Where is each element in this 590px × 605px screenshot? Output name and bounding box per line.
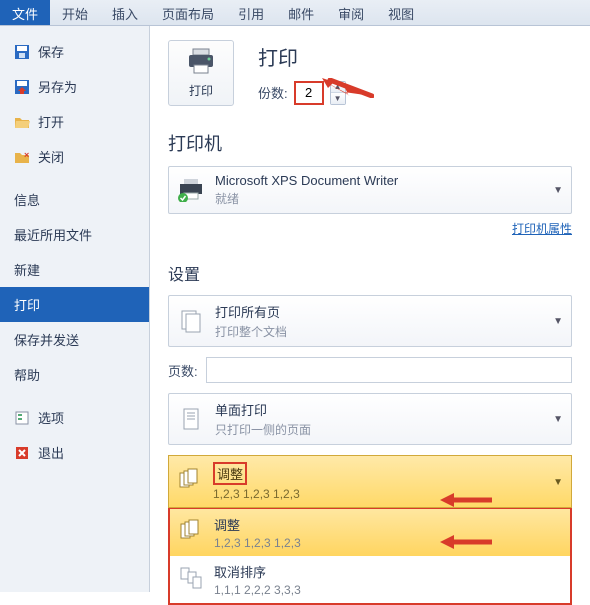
opt2-sub: 1,1,1 2,2,2 3,3,3 xyxy=(214,583,301,597)
tab-view[interactable]: 视图 xyxy=(376,0,426,25)
collate-sub: 1,2,3 1,2,3 1,2,3 xyxy=(213,487,300,501)
ribbon-tabs: 文件 开始 插入 页面布局 引用 邮件 审阅 视图 xyxy=(0,0,590,26)
close-icon: × xyxy=(14,149,30,165)
single-side-icon xyxy=(177,405,205,433)
sidebar-new[interactable]: 新建 xyxy=(0,252,149,287)
annotation-arrow xyxy=(320,78,374,98)
printer-icon xyxy=(185,47,217,78)
chevron-down-icon: ▼ xyxy=(553,477,563,488)
sidebar-save-label: 保存 xyxy=(38,42,64,61)
print-scope-dropdown[interactable]: 打印所有页打印整个文档 ▼ xyxy=(168,295,572,347)
annotation-arrow xyxy=(440,490,494,510)
chevron-down-icon: ▼ xyxy=(553,185,563,196)
print-side-dropdown[interactable]: 单面打印只打印一侧的页面 ▼ xyxy=(168,393,572,445)
collate-label: 调整 xyxy=(213,462,247,485)
sidebar-options[interactable]: 选项 xyxy=(0,400,149,435)
saveas-icon xyxy=(14,79,30,95)
sidebar-info[interactable]: 信息 xyxy=(0,182,149,217)
print-title: 打印 xyxy=(258,42,346,71)
pages-icon xyxy=(177,307,205,335)
scope-sub: 打印整个文档 xyxy=(215,323,543,340)
printer-properties-link[interactable]: 打印机属性 xyxy=(512,222,572,236)
collate-option-collated[interactable]: 调整 1,2,3 1,2,3 1,2,3 xyxy=(170,509,570,556)
sidebar-recent[interactable]: 最近所用文件 xyxy=(0,217,149,252)
sidebar-print[interactable]: 打印 xyxy=(0,287,149,322)
sidebar-options-label: 选项 xyxy=(38,408,64,427)
sidebar-send[interactable]: 保存并发送 xyxy=(0,322,149,357)
exit-icon xyxy=(14,445,30,461)
sidebar-exit[interactable]: 退出 xyxy=(0,435,149,470)
sidebar-close-label: 关闭 xyxy=(38,147,64,166)
sidebar-exit-label: 退出 xyxy=(38,443,64,462)
sidebar-save[interactable]: 保存 xyxy=(0,34,149,69)
tab-references[interactable]: 引用 xyxy=(226,0,276,25)
tab-layout[interactable]: 页面布局 xyxy=(150,0,226,25)
printer-status: 就绪 xyxy=(215,190,543,207)
backstage-sidebar: 保存 另存为 打开 × 关闭 信息 最近所用文件 新建 打印 保存并发送 帮助 选… xyxy=(0,26,150,592)
print-button-label: 打印 xyxy=(189,82,213,99)
collate-icon xyxy=(178,518,204,547)
sidebar-open-label: 打开 xyxy=(38,112,64,131)
sidebar-recent-label: 最近所用文件 xyxy=(14,225,92,244)
svg-text:×: × xyxy=(24,150,29,160)
pages-input[interactable] xyxy=(206,357,572,383)
side-sub: 只打印一侧的页面 xyxy=(215,421,543,438)
printer-status-icon xyxy=(177,176,205,204)
sidebar-saveas-label: 另存为 xyxy=(38,77,77,96)
chevron-down-icon: ▼ xyxy=(553,316,563,327)
print-button[interactable]: 打印 xyxy=(168,40,234,106)
sidebar-print-label: 打印 xyxy=(14,295,40,314)
opt1-label: 调整 xyxy=(214,515,301,534)
settings-section-title: 设置 xyxy=(168,261,572,285)
collate-dropdown[interactable]: 调整 1,2,3 1,2,3 1,2,3 ▼ xyxy=(168,455,572,508)
save-icon xyxy=(14,44,30,60)
printer-section-title: 打印机 xyxy=(168,130,572,156)
print-panel: 打印 打印 份数: ▲▼ 打印机 Microsoft XPS Document … xyxy=(150,26,590,592)
tab-review[interactable]: 审阅 xyxy=(326,0,376,25)
sidebar-close[interactable]: × 关闭 xyxy=(0,139,149,174)
sidebar-saveas[interactable]: 另存为 xyxy=(0,69,149,104)
side-label: 单面打印 xyxy=(215,400,543,419)
sidebar-send-label: 保存并发送 xyxy=(14,330,79,349)
copies-label: 份数: xyxy=(258,83,288,102)
open-icon xyxy=(14,114,30,130)
options-icon xyxy=(14,410,30,426)
printer-name: Microsoft XPS Document Writer xyxy=(215,173,543,188)
tab-mail[interactable]: 邮件 xyxy=(276,0,326,25)
scope-label: 打印所有页 xyxy=(215,302,543,321)
printer-dropdown[interactable]: Microsoft XPS Document Writer 就绪 ▼ xyxy=(168,166,572,214)
sidebar-help[interactable]: 帮助 xyxy=(0,357,149,392)
collate-icon xyxy=(177,467,203,496)
tab-file[interactable]: 文件 xyxy=(0,0,50,25)
sidebar-new-label: 新建 xyxy=(14,260,40,279)
opt2-label: 取消排序 xyxy=(214,562,301,581)
uncollate-icon xyxy=(178,565,204,594)
sidebar-open[interactable]: 打开 xyxy=(0,104,149,139)
opt1-sub: 1,2,3 1,2,3 1,2,3 xyxy=(214,536,301,550)
tab-home[interactable]: 开始 xyxy=(50,0,100,25)
chevron-down-icon: ▼ xyxy=(553,414,563,425)
collate-options-list: 调整 1,2,3 1,2,3 1,2,3 取消排序 1,1,1 2,2,2 3,3,… xyxy=(168,507,572,605)
sidebar-info-label: 信息 xyxy=(14,190,40,209)
sidebar-help-label: 帮助 xyxy=(14,365,40,384)
collate-option-uncollated[interactable]: 取消排序 1,1,1 2,2,2 3,3,3 xyxy=(170,556,570,603)
pages-label: 页数: xyxy=(168,361,198,380)
tab-insert[interactable]: 插入 xyxy=(100,0,150,25)
annotation-arrow xyxy=(440,532,494,552)
